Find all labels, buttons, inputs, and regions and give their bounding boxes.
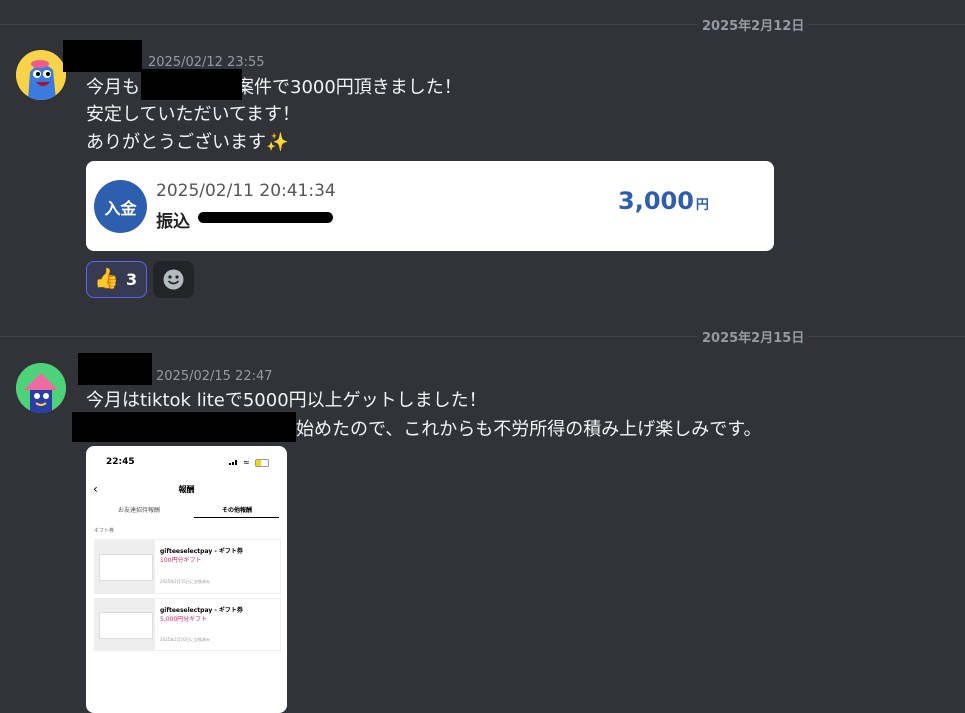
- reaction-thumbs-up[interactable]: 👍 3: [86, 261, 147, 298]
- sparkles-icon: ✨: [266, 132, 289, 153]
- deposit-amount-unit: 円: [695, 198, 709, 213]
- gift-name: gifteeselectpay - ギフト券: [160, 548, 243, 555]
- gift-amount: 5,000円分ギフト: [160, 616, 208, 623]
- gift-item: gifteeselectpay - ギフト券 100円分ギフト 2025年2月1…: [94, 539, 281, 594]
- deposit-badge-label: 入金: [104, 199, 137, 218]
- message-text: 今月も: [86, 77, 140, 98]
- message-text: ありがとうございます: [86, 132, 266, 153]
- redacted-text: [141, 69, 242, 100]
- thumbs-up-icon: 👍: [94, 266, 119, 290]
- phone-time: 22:45: [106, 457, 135, 467]
- reaction-count: 3: [126, 270, 138, 289]
- house-monster-avatar-icon: [16, 363, 66, 413]
- redacted-username: [63, 40, 142, 72]
- date-divider-line: [0, 24, 965, 25]
- avatar[interactable]: [16, 363, 66, 413]
- message-line: 今月はtiktok liteで5000円以上ゲットしました！: [86, 390, 487, 411]
- message-text: 案件で3000円頂きました！: [236, 77, 462, 98]
- redacted-text: [198, 212, 333, 223]
- tab-underline: [194, 517, 279, 518]
- screenshot-attachment[interactable]: 22:45 ≈ ‹ 報酬 お友達招待報酬 その他報酬 ギフト券 gifteese…: [86, 446, 287, 713]
- phone-screen-title: 報酬: [178, 485, 195, 494]
- gift-date: 2025年2月10日に交換済み: [160, 637, 210, 642]
- gift-card-thumbnail: [95, 540, 155, 593]
- gift-amount: 100円分ギフト: [160, 557, 202, 564]
- phone-section-label: ギフト券: [94, 528, 115, 534]
- message-line: 安定していただいてます！: [86, 104, 301, 125]
- phone-tab-other: その他報酬: [221, 507, 252, 514]
- message-line: ありがとうございます✨: [86, 129, 288, 156]
- message-timestamp: 2025/02/15 22:47: [156, 369, 273, 384]
- deposit-datetime: 2025/02/11 20:41:34: [156, 181, 336, 201]
- signal-icon: [229, 459, 239, 465]
- smiley-icon: [163, 269, 184, 290]
- redacted-text: [72, 412, 296, 442]
- gift-name: gifteeselectpay - ギフト券: [160, 607, 243, 614]
- add-reaction-button[interactable]: [153, 261, 194, 298]
- date-divider: 2025年2月12日: [698, 15, 809, 34]
- gift-date: 2025年2月15日に交換済み: [160, 579, 210, 584]
- deposit-label: 振込: [156, 212, 190, 232]
- deposit-amount-value: 3,000: [618, 187, 694, 215]
- phone-tab-invite: お友達招待報酬: [117, 507, 160, 514]
- battery-icon: [255, 459, 269, 467]
- gift-card-thumbnail: [95, 599, 155, 650]
- deposit-image[interactable]: 入金 2025/02/11 20:41:34 振込 3,000 円: [86, 161, 774, 251]
- message-timestamp: 2025/02/12 23:55: [148, 55, 265, 70]
- date-divider-line: [0, 336, 965, 337]
- date-divider: 2025年2月15日: [698, 327, 809, 346]
- deposit-amount: 3,000 円: [618, 187, 709, 215]
- redacted-username: [78, 353, 152, 385]
- message-line: 始めたので、これからも不労所得の積み上げ楽しみです。: [296, 419, 762, 440]
- avatar[interactable]: [16, 50, 66, 100]
- monster-avatar-icon: [16, 50, 66, 100]
- wifi-icon: ≈: [243, 458, 250, 467]
- deposit-badge: 入金: [94, 180, 147, 233]
- gift-item: gifteeselectpay - ギフト券 5,000円分ギフト 2025年2…: [94, 598, 281, 651]
